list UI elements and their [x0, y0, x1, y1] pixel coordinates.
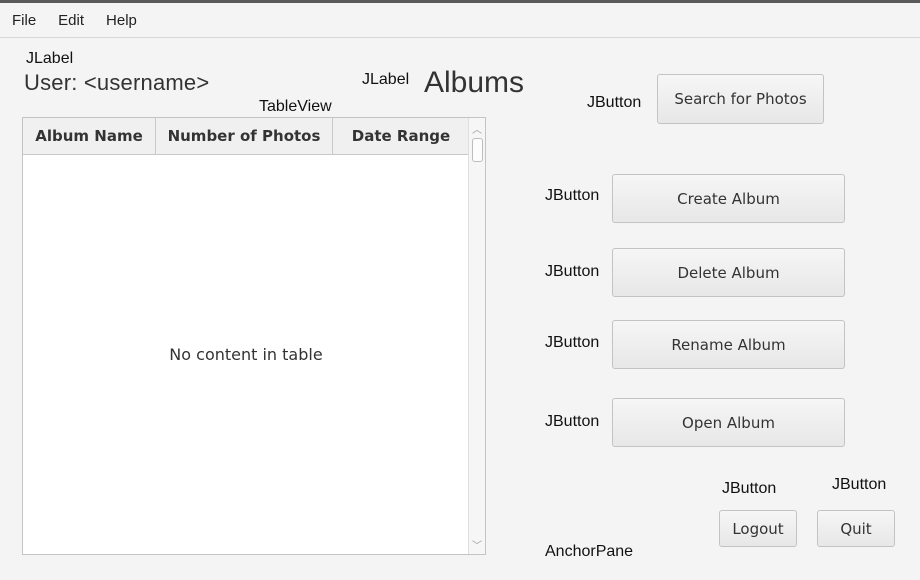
menu-help[interactable]: Help [106, 12, 137, 29]
scroll-up-icon[interactable]: ︿ [469, 120, 485, 136]
menu-file[interactable]: File [12, 12, 36, 29]
column-header-number-of-photos[interactable]: Number of Photos [156, 118, 333, 154]
menu-bar: File Edit Help [0, 3, 920, 38]
logout-button[interactable]: Logout [719, 510, 797, 547]
table-empty-placeholder: No content in table [169, 345, 323, 364]
albums-table[interactable]: Album Name Number of Photos Date Range N… [22, 117, 486, 555]
user-label: User: <username> [24, 70, 210, 95]
table-header: Album Name Number of Photos Date Range [23, 118, 469, 155]
annotation-jbutton-rename: JButton [545, 334, 600, 351]
annotation-jbutton-logout: JButton [722, 480, 777, 497]
open-album-button[interactable]: Open Album [612, 398, 845, 447]
search-photos-button[interactable]: Search for Photos [657, 74, 824, 124]
table-vertical-scrollbar[interactable]: ︿ ﹀ [468, 118, 485, 554]
quit-button[interactable]: Quit [817, 510, 895, 547]
menu-edit[interactable]: Edit [58, 12, 84, 29]
annotation-anchorpane: AnchorPane [545, 543, 634, 560]
create-album-button[interactable]: Create Album [612, 174, 845, 223]
annotation-jbutton-create: JButton [545, 187, 600, 204]
albums-title: Albums [424, 66, 525, 99]
column-header-date-range[interactable]: Date Range [333, 118, 469, 154]
annotation-jlabel-user: JLabel [26, 50, 74, 67]
scroll-thumb[interactable] [472, 138, 483, 162]
scroll-down-icon[interactable]: ﹀ [469, 536, 485, 552]
annotation-tableview: TableView [259, 98, 332, 115]
column-header-album-name[interactable]: Album Name [23, 118, 156, 154]
rename-album-button[interactable]: Rename Album [612, 320, 845, 369]
annotation-jbutton-quit: JButton [832, 476, 887, 493]
annotation-jbutton-search: JButton [587, 94, 642, 111]
delete-album-button[interactable]: Delete Album [612, 248, 845, 297]
annotation-jbutton-delete: JButton [545, 263, 600, 280]
annotation-jlabel-albums: JLabel [362, 71, 410, 88]
annotation-jbutton-open: JButton [545, 413, 600, 430]
